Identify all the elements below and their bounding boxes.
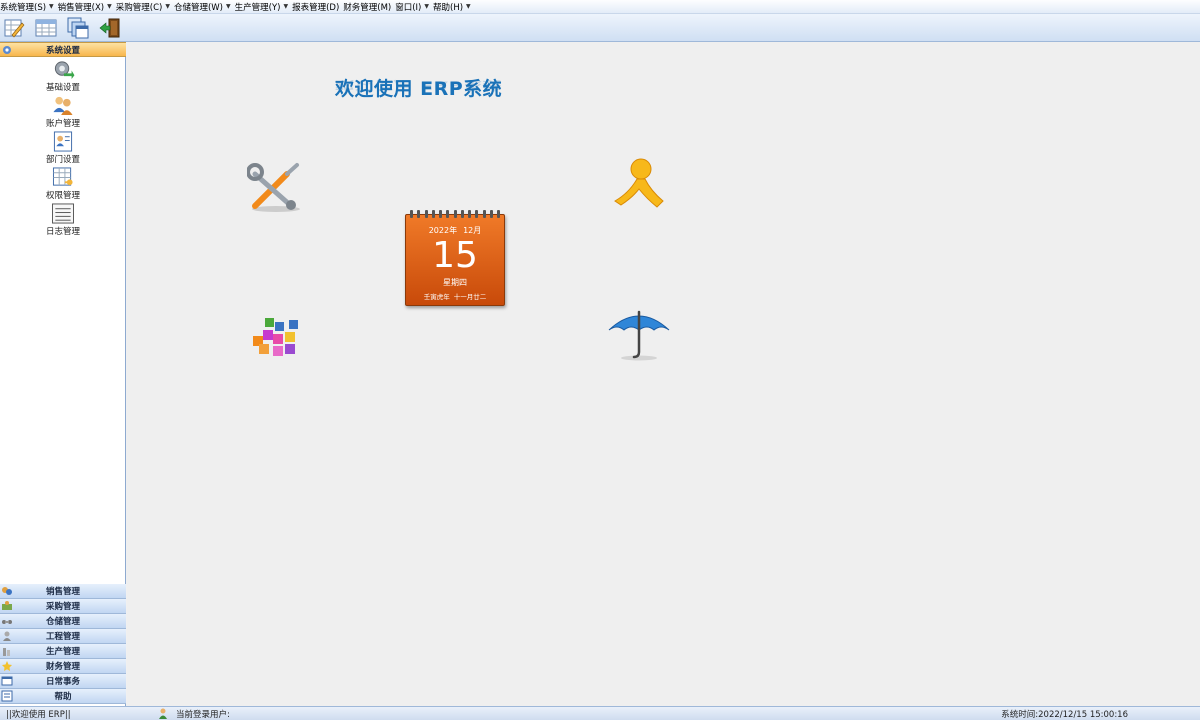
blocks-icon[interactable] bbox=[249, 314, 305, 362]
exit-button[interactable] bbox=[98, 16, 122, 40]
sidebar-item-permissions[interactable]: 权限管理 bbox=[0, 165, 126, 201]
sidebar-item-list: 基础设置 账户管理 部门设置 权限管理 日志管理 bbox=[0, 57, 125, 584]
permission-icon bbox=[52, 167, 73, 186]
calendar-day: 15 bbox=[432, 235, 478, 276]
users-icon bbox=[53, 96, 73, 116]
caret-down-icon: ▼ bbox=[283, 3, 289, 10]
sales-icon bbox=[2, 587, 12, 595]
caret-down-icon: ▼ bbox=[424, 3, 429, 10]
menu-reports[interactable]: 报表管理(D) bbox=[292, 0, 343, 14]
sidebar-group-finance[interactable]: 财务管理 bbox=[0, 659, 126, 674]
caret-down-icon: ▼ bbox=[107, 3, 112, 10]
sidebar-group-label: 系统设置 bbox=[45, 45, 80, 56]
status-current-user: 当前登录用户: bbox=[176, 710, 230, 720]
caret-down-icon: ▼ bbox=[466, 3, 471, 10]
purchase-icon bbox=[2, 601, 12, 610]
tools-icon[interactable] bbox=[247, 162, 305, 214]
menu-system[interactable]: 系统管理(S) ▼ bbox=[0, 0, 58, 14]
calendar-grid-button[interactable] bbox=[34, 16, 58, 40]
warehouse-icon bbox=[2, 620, 12, 624]
calendar-lunar-date: 十一月廿二 bbox=[453, 293, 487, 301]
department-icon bbox=[53, 131, 73, 152]
menu-finance[interactable]: 财务管理(M) bbox=[343, 0, 395, 14]
umbrella-icon[interactable] bbox=[607, 308, 673, 362]
sidebar-item-label: 账户管理 bbox=[45, 119, 80, 129]
log-icon bbox=[52, 203, 74, 224]
status-bar: ||欢迎使用 ERP|| 当前登录用户: 系统时间:2022/12/15 15:… bbox=[0, 706, 1200, 720]
exit-door-icon bbox=[99, 18, 120, 37]
sidebar-item-label: 权限管理 bbox=[45, 191, 80, 201]
sidebar-item-label: 基础设置 bbox=[45, 83, 80, 93]
production-icon bbox=[3, 648, 10, 656]
calendar-grid-icon bbox=[35, 19, 57, 36]
copy-windows-icon bbox=[67, 17, 89, 38]
status-system-time: 系统时间:2022/12/15 15:00:16 bbox=[1001, 710, 1128, 720]
welcome-title-reflection: 欢迎使用 ERP系统 bbox=[335, 78, 503, 92]
sidebar-group-production[interactable]: 生产管理 bbox=[0, 644, 126, 659]
caret-down-icon: ▼ bbox=[226, 3, 231, 10]
daily-icon bbox=[1, 676, 13, 686]
sidebar-group-daily[interactable]: 日常事务 bbox=[0, 674, 126, 689]
sidebar-group-help[interactable]: 帮助 bbox=[0, 689, 126, 704]
caret-down-icon: ▼ bbox=[165, 3, 170, 10]
menu-window[interactable]: 窗口(I) ▼ bbox=[395, 0, 433, 14]
menu-bar: 系统管理(S) ▼ 销售管理(X) ▼ 采购管理(C) ▼ 仓储管理(W) ▼ 生产管理… bbox=[0, 0, 1200, 14]
sidebar-group-warehouse[interactable]: 仓储管理 bbox=[0, 614, 126, 629]
sidebar-item-label: 部门设置 bbox=[45, 155, 80, 165]
sidebar-item-label: 日志管理 bbox=[45, 227, 80, 237]
caret-down-icon: ▼ bbox=[49, 3, 54, 10]
sidebar-group-purchase[interactable]: 采购管理 bbox=[0, 599, 126, 614]
menu-purchase[interactable]: 采购管理(C) ▼ bbox=[116, 0, 174, 14]
menu-warehouse[interactable]: 仓储管理(W) ▼ bbox=[174, 0, 235, 14]
help-icon bbox=[1, 690, 13, 702]
sidebar-collapsed-groups: 销售管理 采购管理 仓储管理 工程管理 生产管理 财务管理 日常事务 帮助 bbox=[0, 584, 126, 704]
toolbar bbox=[0, 14, 1200, 42]
finance-icon bbox=[2, 661, 12, 671]
runner-icon[interactable] bbox=[607, 157, 667, 215]
edit-sheet-button[interactable] bbox=[2, 16, 26, 40]
menu-sales[interactable]: 销售管理(X) ▼ bbox=[58, 0, 116, 14]
calendar-rings bbox=[410, 210, 500, 218]
main-workspace: 欢迎使用 ERP系统 欢迎使用 ERP系统 2022年 12月 15 星期四 壬… bbox=[127, 42, 1200, 706]
gear-arrow-icon bbox=[54, 61, 75, 80]
status-welcome-text: ||欢迎使用 ERP|| bbox=[6, 710, 71, 720]
menu-help[interactable]: 帮助(H) ▼ bbox=[433, 0, 475, 14]
sidebar-item-logs[interactable]: 日志管理 bbox=[0, 201, 126, 237]
sidebar-group-sales[interactable]: 销售管理 bbox=[0, 584, 126, 599]
sidebar-group-engineering[interactable]: 工程管理 bbox=[0, 629, 126, 644]
settings-group-icon bbox=[3, 46, 11, 54]
sidebar-item-basic-settings[interactable]: 基础设置 bbox=[0, 57, 126, 93]
engineering-icon bbox=[3, 631, 11, 641]
menu-production[interactable]: 生产管理(Y) ▼ bbox=[235, 0, 292, 14]
sidebar: 系统设置 基础设置 账户管理 部门设置 权限管理 日志管理 销售管理 采购管理 … bbox=[0, 42, 126, 706]
sidebar-item-departments[interactable]: 部门设置 bbox=[0, 129, 126, 165]
sidebar-item-accounts[interactable]: 账户管理 bbox=[0, 93, 126, 129]
edit-sheet-icon bbox=[4, 19, 25, 37]
sidebar-group-system-settings[interactable]: 系统设置 bbox=[0, 42, 126, 57]
calendar-weekday: 星期四 bbox=[443, 278, 467, 287]
calendar-lunar: 壬寅虎年 十一月廿二 bbox=[406, 291, 504, 301]
calendar-lunar-year: 壬寅虎年 bbox=[423, 293, 450, 301]
calendar-widget: 2022年 12月 15 星期四 壬寅虎年 十一月廿二 bbox=[405, 210, 505, 306]
user-icon bbox=[159, 708, 167, 719]
copy-windows-button[interactable] bbox=[66, 16, 90, 40]
